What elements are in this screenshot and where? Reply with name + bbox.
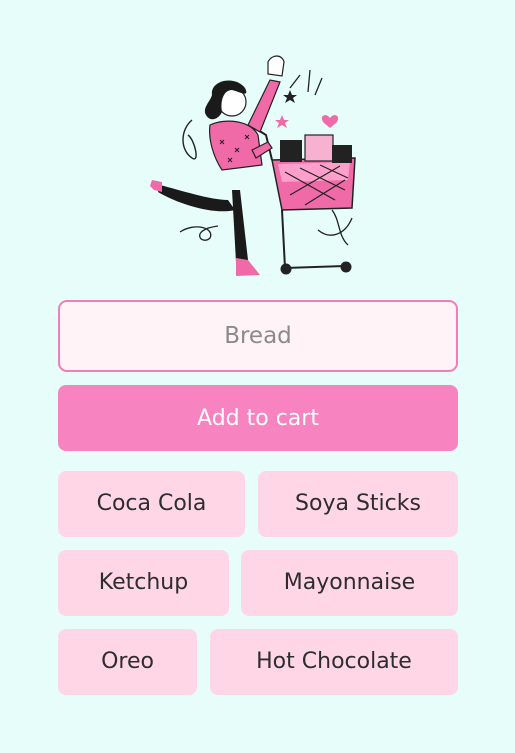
list-item-soya-sticks[interactable]: Soya Sticks [258, 471, 458, 537]
shopping-list-app: Add to cart Coca Cola Soya Sticks Ketchu… [0, 0, 515, 753]
list-item-hot-chocolate[interactable]: Hot Chocolate [210, 629, 458, 695]
list-item-ketchup[interactable]: Ketchup [58, 550, 229, 616]
hero-illustration [140, 40, 370, 280]
list-item-coca-cola[interactable]: Coca Cola [58, 471, 245, 537]
add-to-cart-button[interactable]: Add to cart [58, 385, 458, 451]
list-item-oreo[interactable]: Oreo [58, 629, 197, 695]
shopping-woman-illustration [150, 55, 356, 276]
item-name-input[interactable] [58, 300, 458, 372]
items-row: Coca Cola Soya Sticks [58, 471, 458, 537]
item-input-wrapper [58, 300, 458, 372]
items-row: Ketchup Mayonnaise [58, 550, 458, 616]
items-row: Oreo Hot Chocolate [58, 629, 458, 695]
list-item-mayonnaise[interactable]: Mayonnaise [241, 550, 458, 616]
